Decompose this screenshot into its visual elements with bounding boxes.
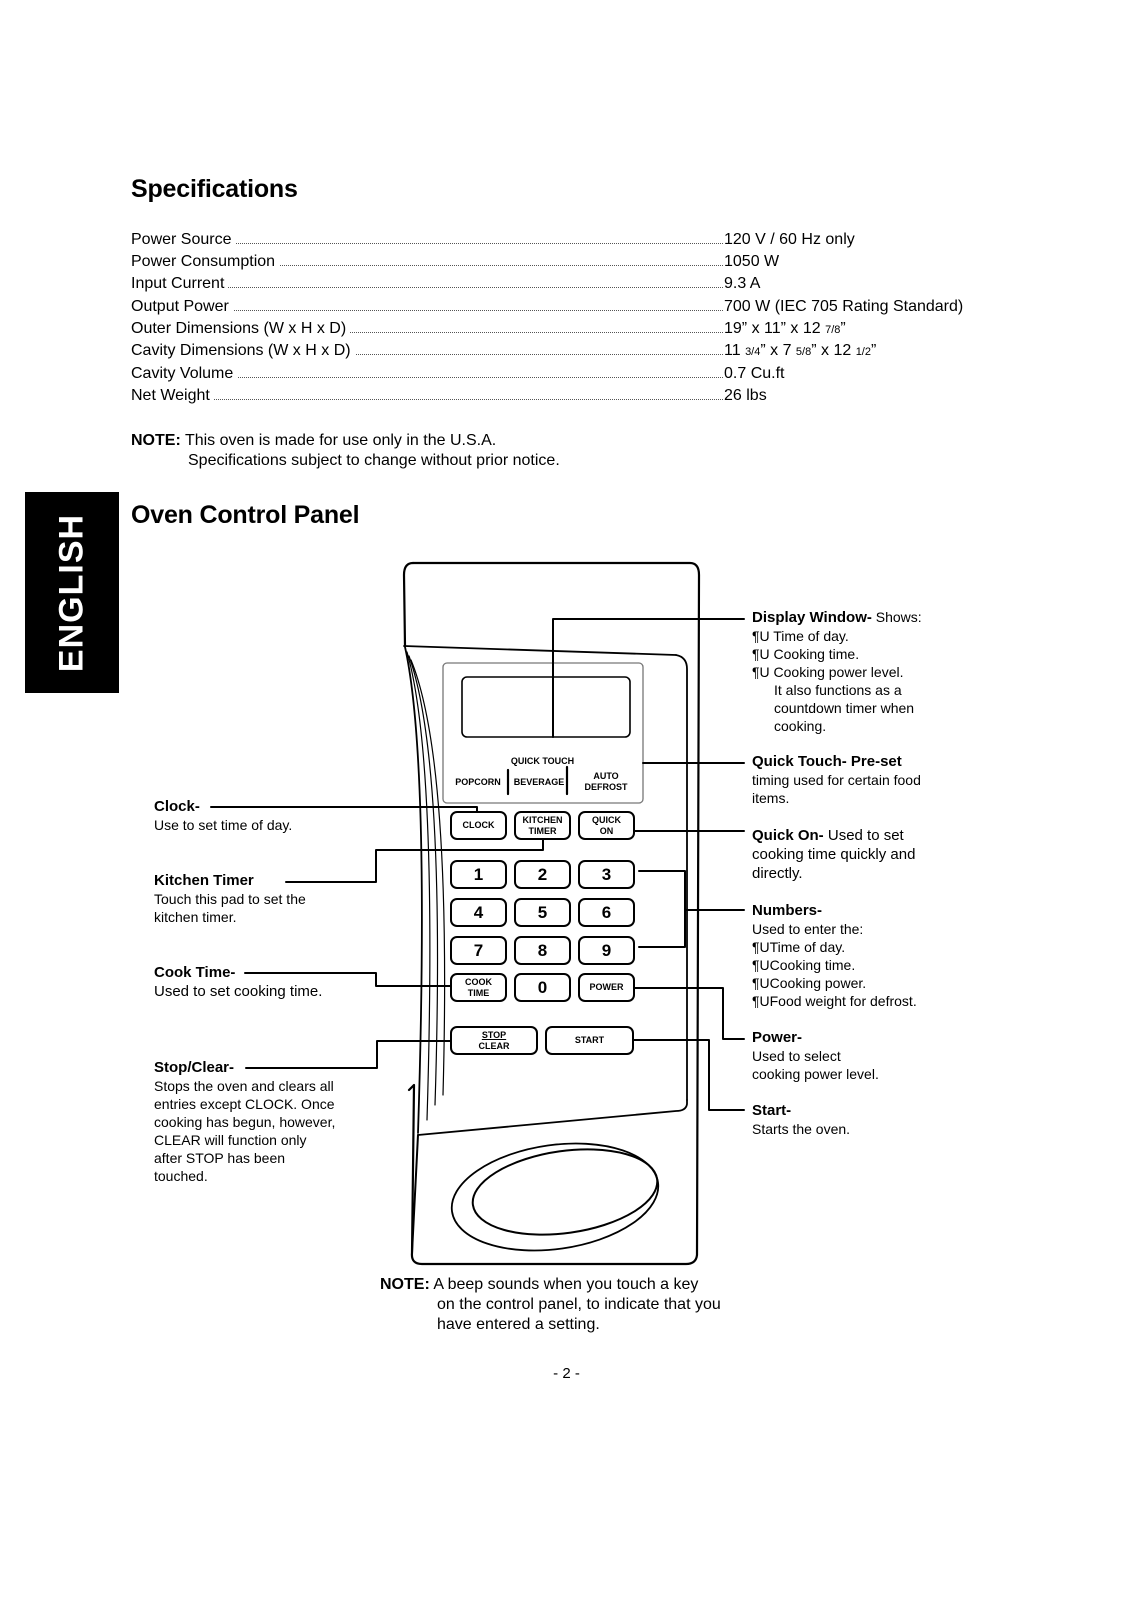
stop-clear-callout: Stop/Clear- Stops the oven and clears al… bbox=[154, 1059, 335, 1185]
control-panel-note-label: NOTE: bbox=[380, 1276, 430, 1293]
power-callout-line: Used to select bbox=[752, 1048, 841, 1064]
cook-time-key[interactable]: COOK TIME bbox=[450, 973, 507, 1002]
digit-7-key[interactable]: 7 bbox=[450, 936, 507, 965]
quick-on-key[interactable]: QUICK ON bbox=[578, 811, 635, 840]
cook-time-key-line1: COOK bbox=[465, 976, 492, 987]
kitchen-timer-callout: Kitchen Timer Touch this pad to set the … bbox=[154, 872, 306, 926]
numbers-callout-line: ¶UCooking power. bbox=[752, 975, 867, 991]
digit-9-key[interactable]: 9 bbox=[578, 936, 635, 965]
power-key[interactable]: POWER bbox=[578, 973, 635, 1002]
kitchen-timer-callout-title: Kitchen Timer bbox=[154, 872, 254, 889]
digit-2-key[interactable]: 2 bbox=[514, 860, 571, 889]
display-window-bullet: ¶U Time of day. bbox=[752, 628, 849, 644]
cook-time-key-line2: TIME bbox=[467, 987, 490, 998]
display-window-extra: It also functions as a bbox=[774, 682, 902, 698]
control-panel-note-line: A beep sounds when you touch a key bbox=[433, 1276, 699, 1293]
kitchen-timer-callout-text: kitchen timer. bbox=[154, 909, 237, 925]
quick-touch-popcorn[interactable]: POPCORN bbox=[451, 777, 505, 788]
quick-on-callout: Quick On- Used to set cooking time quick… bbox=[752, 826, 915, 883]
quick-on-callout-line: directly. bbox=[752, 865, 803, 882]
digit-1-key[interactable]: 1 bbox=[450, 860, 507, 889]
display-window-extra: cooking. bbox=[774, 718, 827, 734]
quick-touch-callout-line: timing used for certain food bbox=[752, 772, 921, 788]
quick-touch-callout: Quick Touch- Pre-set timing used for cer… bbox=[752, 753, 921, 807]
kitchen-timer-key-line2: TIMER bbox=[528, 825, 557, 836]
quick-on-callout-line: cooking time quickly and bbox=[752, 846, 916, 863]
start-key[interactable]: START bbox=[545, 1026, 634, 1055]
power-callout-title: Power- bbox=[752, 1029, 803, 1046]
clock-callout-title: Clock- bbox=[154, 798, 200, 815]
control-panel-note: NOTE: A beep sounds when you touch a key bbox=[380, 1275, 698, 1295]
display-window-bullet: ¶U Cooking power level. bbox=[752, 664, 904, 680]
quick-touch-callout-line: items. bbox=[752, 790, 790, 806]
numbers-callout-line: Used to enter the: bbox=[752, 921, 864, 937]
kitchen-timer-key[interactable]: KITCHEN TIMER bbox=[514, 811, 571, 840]
numbers-callout-title: Numbers- bbox=[752, 902, 823, 919]
page-number: - 2 - bbox=[553, 1365, 580, 1382]
start-callout-line: Starts the oven. bbox=[752, 1121, 851, 1137]
stop-clear-callout-line: Stops the oven and clears all bbox=[154, 1078, 334, 1094]
start-callout-title: Start- bbox=[752, 1102, 792, 1119]
control-panel-note-line: have entered a setting. bbox=[437, 1316, 600, 1333]
clock-callout-text: Use to set time of day. bbox=[154, 817, 293, 833]
stop-key-label: STOP bbox=[481, 1029, 507, 1040]
display-window-bullet: ¶U Cooking time. bbox=[752, 646, 860, 662]
clock-key[interactable]: CLOCK bbox=[450, 811, 507, 840]
display-window-callout-suffix: Shows: bbox=[871, 609, 922, 625]
quick-on-callout-suffix: Used to set bbox=[823, 827, 904, 844]
stop-clear-callout-line: entries except CLOCK. Once bbox=[154, 1096, 335, 1112]
stop-clear-callout-line: touched. bbox=[154, 1168, 208, 1184]
quick-on-callout-title: Quick On- bbox=[752, 827, 824, 844]
clear-key-label: CLEAR bbox=[478, 1040, 510, 1051]
display-window-callout: Display Window- Shows: ¶U Time of day. ¶… bbox=[752, 608, 922, 735]
digit-4-key[interactable]: 4 bbox=[450, 898, 507, 927]
numbers-callout-line: ¶UFood weight for defrost. bbox=[752, 993, 917, 1009]
digit-6-key[interactable]: 6 bbox=[578, 898, 635, 927]
digit-0-key[interactable]: 0 bbox=[514, 973, 571, 1002]
numbers-callout: Numbers- Used to enter the: ¶UTime of da… bbox=[752, 902, 917, 1010]
digit-3-key[interactable]: 3 bbox=[578, 860, 635, 889]
digit-5-key[interactable]: 5 bbox=[514, 898, 571, 927]
quick-touch-beverage[interactable]: BEVERAGE bbox=[512, 777, 566, 788]
cook-time-callout-title: Cook Time- bbox=[154, 964, 236, 981]
stop-clear-callout-line: CLEAR will function only bbox=[154, 1132, 307, 1148]
stop-clear-callout-title: Stop/Clear- bbox=[154, 1059, 235, 1076]
quick-on-key-line1: QUICK bbox=[592, 814, 621, 825]
quick-touch-auto-defrost[interactable]: AUTO DEFROST bbox=[578, 771, 634, 793]
cook-time-callout: Cook Time- Used to set cooking time. bbox=[154, 964, 322, 1001]
control-panel-note-line: on the control panel, to indicate that y… bbox=[437, 1296, 721, 1313]
power-callout: Power- Used to select cooking power leve… bbox=[752, 1029, 879, 1083]
cook-time-callout-text: Used to set cooking time. bbox=[154, 983, 323, 1000]
display-window-extra: countdown timer when bbox=[774, 700, 915, 716]
quick-touch-callout-title: Quick Touch- Pre-set bbox=[752, 753, 902, 770]
power-callout-line: cooking power level. bbox=[752, 1066, 879, 1082]
quick-on-key-line2: ON bbox=[599, 825, 614, 836]
display-window-callout-title: Display Window- bbox=[752, 609, 872, 626]
stop-clear-callout-line: cooking has begun, however, bbox=[154, 1114, 336, 1130]
stop-clear-key[interactable]: STOP CLEAR bbox=[450, 1026, 538, 1055]
kitchen-timer-key-line1: KITCHEN bbox=[522, 814, 563, 825]
kitchen-timer-callout-text: Touch this pad to set the bbox=[154, 891, 306, 907]
stop-clear-callout-line: after STOP has been bbox=[154, 1150, 286, 1166]
numbers-callout-line: ¶UCooking time. bbox=[752, 957, 856, 973]
quick-touch-heading: QUICK TOUCH bbox=[510, 756, 575, 766]
numbers-callout-line: ¶UTime of day. bbox=[752, 939, 846, 955]
start-callout: Start- Starts the oven. bbox=[752, 1102, 850, 1138]
digit-8-key[interactable]: 8 bbox=[514, 936, 571, 965]
clock-callout: Clock- Use to set time of day. bbox=[154, 798, 292, 834]
